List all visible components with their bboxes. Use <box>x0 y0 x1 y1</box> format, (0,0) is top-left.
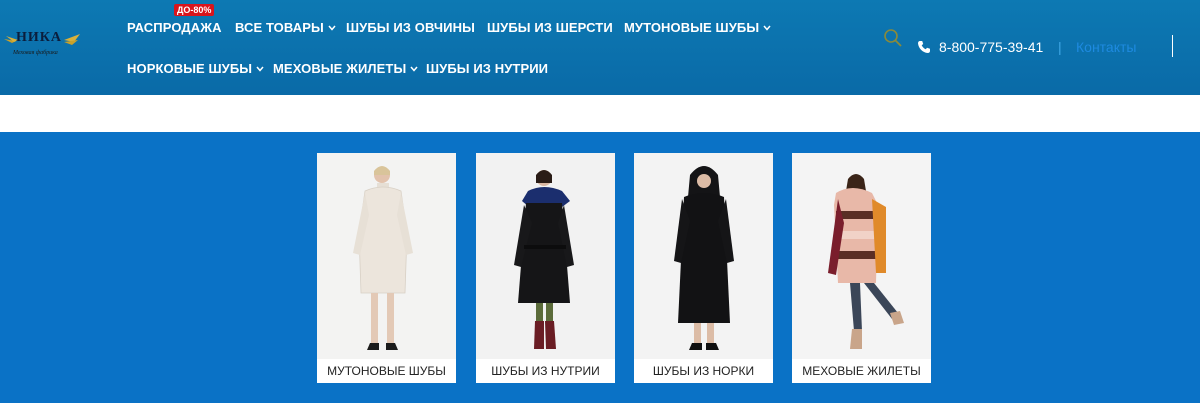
category-card-nutria[interactable]: ШУБЫ ИЗ НУТРИИ <box>476 153 615 383</box>
category-image <box>634 153 773 359</box>
model-photo <box>317 153 456 359</box>
nav-item-wool-coats[interactable]: ШУБЫ ИЗ ШЕРСТИ <box>487 20 613 35</box>
nav-label: ВСЕ ТОВАРЫ <box>235 20 324 35</box>
category-image <box>792 153 931 359</box>
model-photo <box>634 153 773 359</box>
chevron-down-icon <box>763 25 771 31</box>
category-card-mink[interactable]: ШУБЫ ИЗ НОРКИ <box>634 153 773 383</box>
divider <box>1172 35 1173 57</box>
model-photo <box>476 153 615 359</box>
chevron-down-icon <box>328 25 336 31</box>
logo[interactable]: НИКА Меховая фабрика <box>2 28 82 64</box>
category-label: ШУБЫ ИЗ НОРКИ <box>652 364 755 378</box>
sale-badge: ДО-80% <box>174 4 215 16</box>
nav-label: ШУБЫ ИЗ ШЕРСТИ <box>487 20 613 35</box>
category-card-mouton[interactable]: МУТОНОВЫЕ ШУБЫ <box>317 153 456 383</box>
category-image <box>317 153 456 359</box>
category-label: МЕХОВЫЕ ЖИЛЕТЫ <box>802 364 921 378</box>
logo-name: НИКА <box>16 30 63 45</box>
nav-label: РАСПРОДАЖА <box>127 20 222 35</box>
category-image <box>476 153 615 359</box>
nav-item-sale[interactable]: РАСПРОДАЖА <box>127 20 222 35</box>
site-header: НИКА Меховая фабрика ДО-80% РАСПРОДАЖА В… <box>0 0 1200 95</box>
nav-label: ШУБЫ ИЗ ОВЧИНЫ <box>346 20 475 35</box>
contacts-link[interactable]: Контакты <box>1076 39 1136 55</box>
model-photo <box>792 153 931 359</box>
logo-tagline: Меховая фабрика <box>13 50 58 56</box>
nav-label: МУТОНОВЫЕ ШУБЫ <box>624 20 760 35</box>
nav-item-mouton-coats[interactable]: МУТОНОВЫЕ ШУБЫ <box>624 20 771 35</box>
separator: | <box>1058 39 1062 55</box>
nav-item-sheepskin-coats[interactable]: ШУБЫ ИЗ ОВЧИНЫ <box>346 20 475 35</box>
nav-item-mink-coats[interactable]: НОРКОВЫЕ ШУБЫ <box>127 61 264 76</box>
phone-icon <box>918 41 930 53</box>
category-card-fur-vests[interactable]: МЕХОВЫЕ ЖИЛЕТЫ <box>792 153 931 383</box>
nav-item-all-products[interactable]: ВСЕ ТОВАРЫ <box>235 20 336 35</box>
search-icon[interactable] <box>883 28 903 48</box>
phone-number-link[interactable]: 8-800-775-39-41 <box>939 39 1043 55</box>
category-label: МУТОНОВЫЕ ШУБЫ <box>327 364 446 378</box>
nav-item-fur-vests[interactable]: МЕХОВЫЕ ЖИЛЕТЫ <box>273 61 418 76</box>
nav-label: ШУБЫ ИЗ НУТРИИ <box>426 61 549 76</box>
chevron-down-icon <box>256 66 264 72</box>
nav-label: МЕХОВЫЕ ЖИЛЕТЫ <box>273 61 407 76</box>
nav-item-nutria-coats[interactable]: ШУБЫ ИЗ НУТРИИ <box>426 61 548 76</box>
white-banner-strip <box>0 95 1200 132</box>
nav-label: НОРКОВЫЕ ШУБЫ <box>127 61 253 76</box>
category-label: ШУБЫ ИЗ НУТРИИ <box>491 364 600 378</box>
chevron-down-icon <box>410 66 418 72</box>
